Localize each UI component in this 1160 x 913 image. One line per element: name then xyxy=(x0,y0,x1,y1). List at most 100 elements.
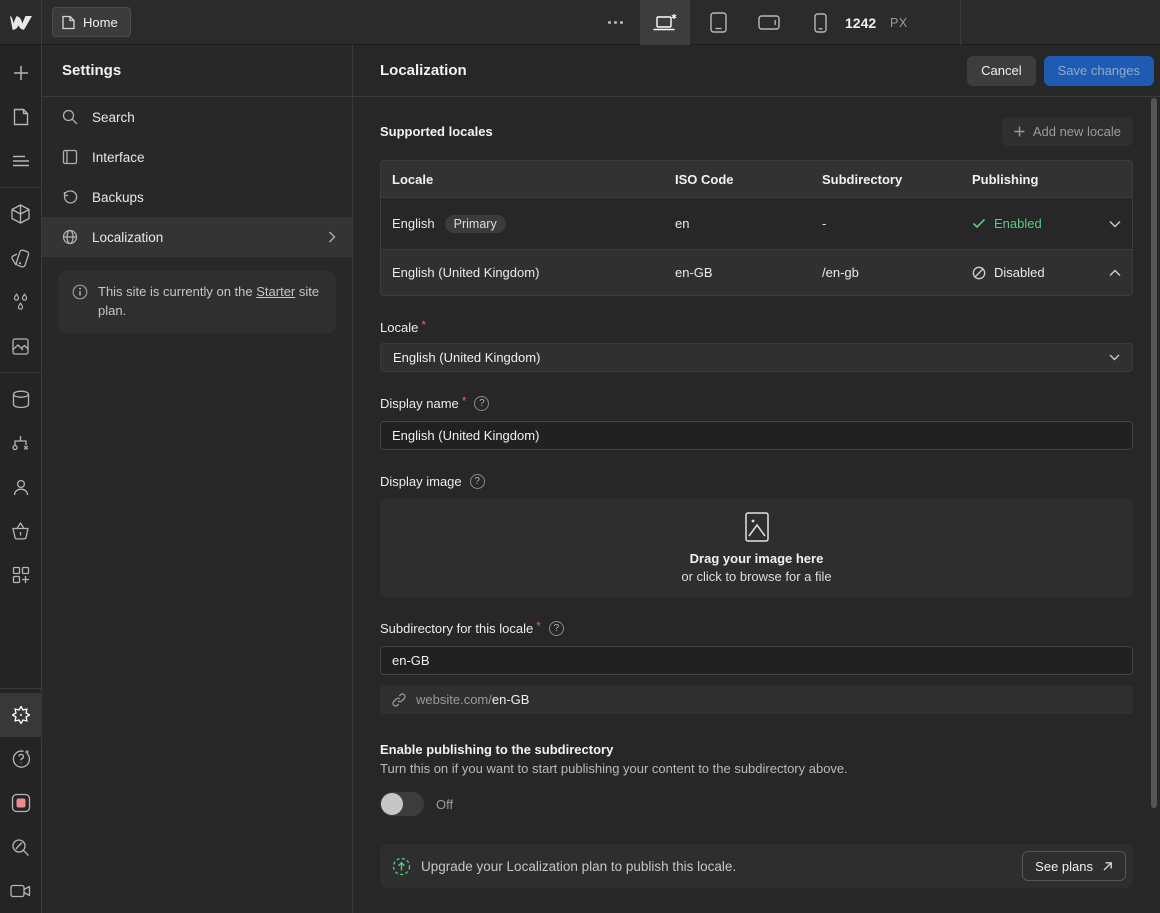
image-dropzone[interactable]: Drag your image here or click to browse … xyxy=(380,499,1133,597)
main-panel: Localization Cancel Save changes Support… xyxy=(353,45,1160,913)
record-button[interactable] xyxy=(0,781,42,825)
see-plans-button[interactable]: See plans xyxy=(1022,851,1126,881)
settings-item-interface[interactable]: Interface xyxy=(42,137,352,177)
rail-divider xyxy=(0,688,42,689)
display-name-field-label: Display name * ? xyxy=(380,394,1133,411)
subdirectory-input[interactable] xyxy=(380,646,1133,675)
locale-iso: en xyxy=(675,216,690,231)
ecommerce-button[interactable] xyxy=(0,509,42,553)
col-subdirectory: Subdirectory xyxy=(822,171,903,187)
chevron-down-icon[interactable] xyxy=(1103,220,1121,228)
webflow-logo-icon xyxy=(9,15,32,30)
phone-icon xyxy=(813,12,827,33)
breakpoint-phone-button[interactable] xyxy=(806,0,834,45)
plus-icon xyxy=(1014,126,1025,137)
zoom-button[interactable] xyxy=(0,825,42,869)
save-changes-button[interactable]: Save changes xyxy=(1043,55,1154,86)
history-icon xyxy=(62,189,78,205)
more-options-icon[interactable] xyxy=(600,0,630,45)
locale-subdirectory: - xyxy=(822,216,827,231)
help-button[interactable] xyxy=(0,737,42,781)
toggle-state-label: Off xyxy=(436,796,454,812)
style-panel-button[interactable] xyxy=(0,236,42,280)
external-arrow-icon xyxy=(1103,861,1112,870)
chevron-up-icon[interactable] xyxy=(1103,268,1121,277)
home-button[interactable]: Home xyxy=(52,7,131,37)
topbar-divider xyxy=(960,0,961,45)
components-button[interactable] xyxy=(0,192,42,236)
locale-row-english[interactable]: English Primary en - Enabled xyxy=(381,197,1132,249)
locale-select[interactable]: English (United Kingdom) xyxy=(380,343,1133,372)
settings-panel: Settings Search Interface Backups Locali… xyxy=(42,45,353,913)
globe-icon xyxy=(62,229,78,245)
help-tooltip-icon[interactable]: ? xyxy=(474,396,490,411)
search-icon xyxy=(62,109,78,125)
display-name-input[interactable] xyxy=(380,421,1133,450)
localization-content: Supported locales Add new locale Locale … xyxy=(353,117,1160,888)
pages-button[interactable] xyxy=(0,95,42,139)
navigator-button[interactable] xyxy=(0,139,42,183)
video-camera-icon xyxy=(10,884,31,898)
scrollbar-thumb[interactable] xyxy=(1151,98,1157,808)
navigator-icon xyxy=(12,155,29,167)
url-preview: website.com/ en-GB xyxy=(380,685,1133,714)
users-button[interactable] xyxy=(0,465,42,509)
settings-item-localization[interactable]: Localization xyxy=(42,217,352,257)
settings-button[interactable] xyxy=(0,693,42,737)
webflow-logo[interactable] xyxy=(0,0,42,45)
breakpoint-width-value[interactable]: 1242 xyxy=(845,0,876,45)
magnifier-icon xyxy=(12,838,29,856)
variables-button[interactable] xyxy=(0,280,42,324)
publish-toggle[interactable] xyxy=(380,792,424,816)
locale-field-label: Locale * xyxy=(380,318,426,335)
settings-item-backups[interactable]: Backups xyxy=(42,177,352,217)
apps-button[interactable] xyxy=(0,553,42,597)
logic-button[interactable] xyxy=(0,421,42,465)
display-image-field-label: Display image ? xyxy=(380,474,1133,489)
top-bar: Home 1242 PX xyxy=(0,0,1160,45)
help-tooltip-icon[interactable]: ? xyxy=(469,474,485,489)
interface-icon xyxy=(62,149,78,165)
tablet-landscape-icon xyxy=(758,15,780,30)
upgrade-message: Upgrade your Localization plan to publis… xyxy=(421,858,737,874)
site-plan-notice: This site is currently on the Starter si… xyxy=(58,271,336,333)
breakpoint-landscape-button[interactable] xyxy=(754,0,784,45)
info-icon xyxy=(72,284,88,321)
primary-badge: Primary xyxy=(444,214,506,233)
add-elements-button[interactable] xyxy=(0,51,42,95)
disabled-icon xyxy=(972,266,986,279)
url-prefix: website.com/ xyxy=(416,692,492,707)
help-tooltip-icon[interactable]: ? xyxy=(548,621,564,636)
assets-button[interactable] xyxy=(0,324,42,368)
required-marker: * xyxy=(461,394,467,408)
settings-item-label: Backups xyxy=(92,189,144,205)
breakpoint-tablet-button[interactable] xyxy=(704,0,732,45)
help-sparkle-icon xyxy=(12,750,30,768)
settings-item-search[interactable]: Search xyxy=(42,97,352,137)
locales-table: Locale ISO Code Subdirectory Publishing … xyxy=(380,160,1133,296)
check-icon xyxy=(972,218,986,229)
chevron-right-icon xyxy=(328,231,336,243)
cube-icon xyxy=(11,204,30,224)
locale-subdirectory: /en-gb xyxy=(822,265,859,280)
required-marker: * xyxy=(421,318,426,332)
settings-panel-title: Settings xyxy=(42,45,352,97)
link-icon xyxy=(392,692,406,707)
locale-name: English xyxy=(392,216,435,231)
breakpoint-desktop-button[interactable] xyxy=(640,0,690,45)
starter-plan-link[interactable]: Starter xyxy=(256,284,295,299)
publish-toggle-description: Turn this on if you want to start publis… xyxy=(380,761,848,776)
locale-row-english-uk[interactable]: English (United Kingdom) en-GB /en-gb Di… xyxy=(381,249,1132,295)
cancel-button[interactable]: Cancel xyxy=(967,55,1036,86)
image-icon xyxy=(12,337,29,355)
subdirectory-field-label: Subdirectory for this locale * ? xyxy=(380,620,1133,636)
video-button[interactable] xyxy=(0,869,42,913)
settings-item-label: Search xyxy=(92,109,135,125)
toggle-knob xyxy=(381,793,403,815)
add-new-locale-button[interactable]: Add new locale xyxy=(1001,117,1133,146)
publishing-status: Disabled xyxy=(972,265,1103,280)
rail-divider xyxy=(0,187,42,188)
plus-icon xyxy=(13,66,28,80)
locales-table-header: Locale ISO Code Subdirectory Publishing xyxy=(381,161,1132,197)
cms-button[interactable] xyxy=(0,377,42,421)
